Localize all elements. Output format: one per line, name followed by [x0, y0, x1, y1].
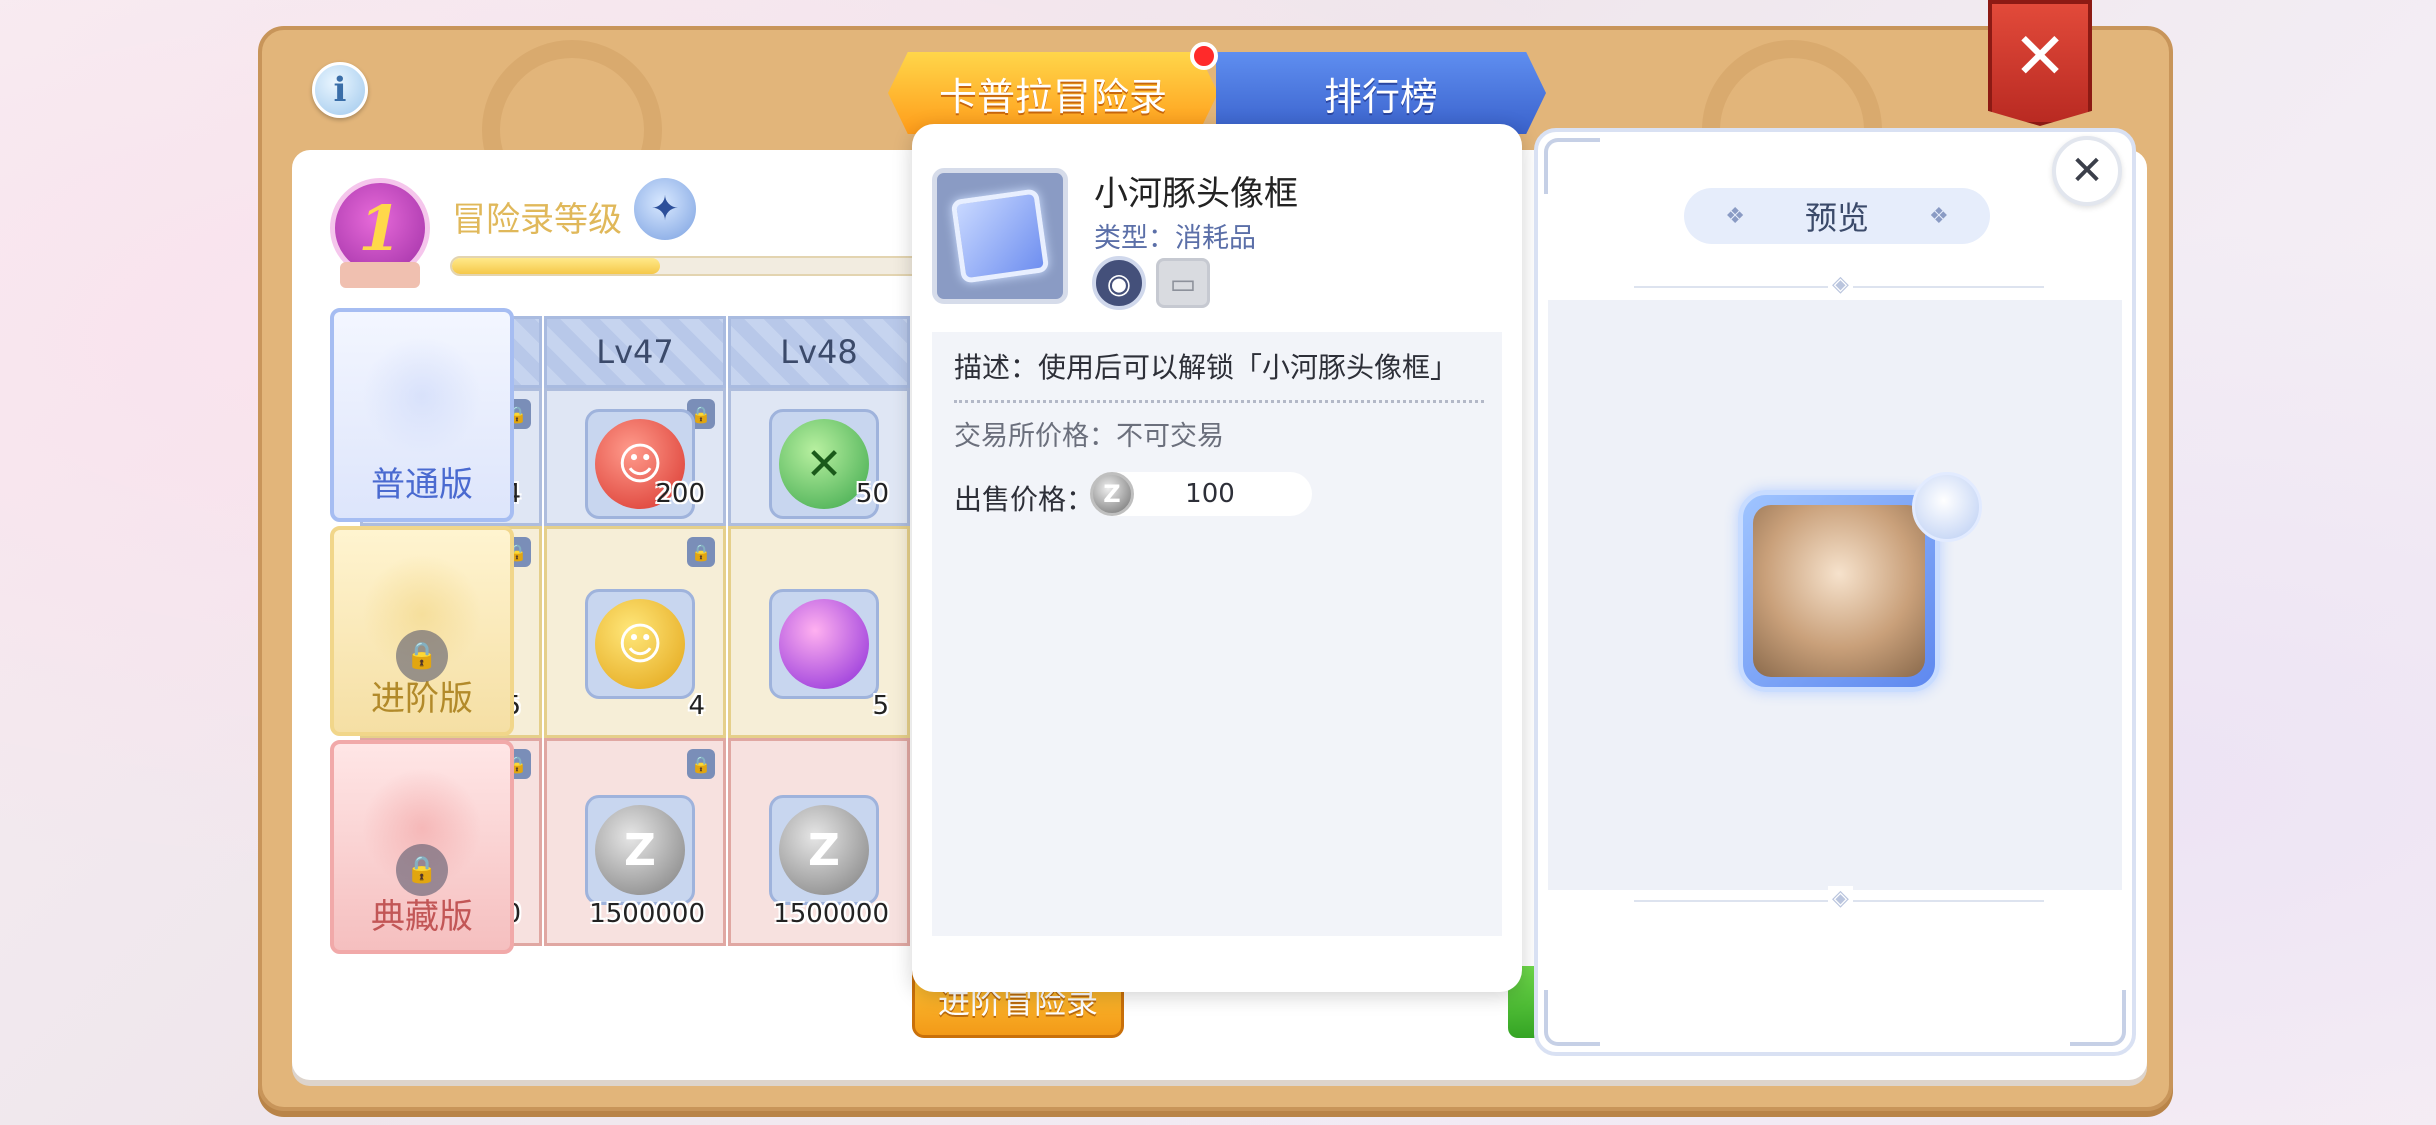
close-preview-button[interactable]: ✕ — [2052, 136, 2122, 206]
item-detail-popup: 小河豚头像框 类型：消耗品 ◉ ▭ 描述：使用后可以解锁「小河豚头像框」 交易所… — [912, 124, 1522, 992]
notification-dot — [1190, 42, 1218, 70]
version-normal-card[interactable]: 普通版 — [330, 308, 514, 522]
tab-ranking[interactable]: 排行榜 — [1216, 52, 1546, 134]
version-collector-card[interactable]: 🔒 典藏版 — [330, 740, 514, 954]
exchange-price: 交易所价格：不可交易 — [954, 421, 1224, 452]
preview-button[interactable]: ◉ — [1092, 256, 1146, 310]
eye-icon: ◉ — [1106, 266, 1132, 300]
item-description: 描述：使用后可以解锁「小河豚头像框」 — [954, 351, 1459, 384]
reward-cell[interactable]: 5 — [728, 526, 910, 738]
preview-panel: ❖ 预览 ❖ ◈ ◈ — [1534, 128, 2136, 1056]
level-progress-bar — [450, 256, 950, 276]
column-header: Lv48 — [728, 316, 910, 388]
tray-button[interactable]: ▭ — [1156, 258, 1210, 308]
level-progress-fill — [452, 258, 661, 274]
info-icon: i — [333, 70, 347, 110]
column-header: Lv47 — [544, 316, 726, 388]
item-name: 小河豚头像框 — [1094, 174, 1298, 214]
sell-price-label: 出售价格： — [954, 483, 1095, 516]
item-type: 类型：消耗品 — [1094, 223, 1256, 254]
reward-column: Lv48 ✕ 50 5 Z 1500000 — [728, 316, 910, 946]
lock-icon: 🔒 — [396, 844, 448, 896]
divider — [954, 400, 1484, 403]
lock-icon: 🔒 — [687, 537, 715, 567]
wing-icon: ✦ — [650, 189, 680, 229]
version-collector-label: 典藏版 — [371, 897, 473, 937]
reward-cell[interactable]: 🔒 ☺ 200 — [544, 388, 726, 526]
level-badge-ribbon — [340, 262, 420, 288]
preview-title-text: 预览 — [1804, 199, 1869, 237]
pufferfish-icon — [1912, 472, 1982, 542]
avatar — [1753, 505, 1925, 677]
tab-adventure-book[interactable]: 卡普拉冒险录 — [888, 52, 1218, 134]
item-icon — [779, 599, 869, 689]
reward-cell[interactable]: ✕ 50 — [728, 388, 910, 526]
reward-item[interactable]: Z — [769, 795, 879, 905]
reward-item[interactable]: ☺ — [585, 589, 695, 699]
normal-emblem-icon — [362, 336, 482, 456]
corner-ornament — [2070, 990, 2126, 1046]
version-advanced-card[interactable]: 🔒 进阶版 — [330, 526, 514, 736]
avatar-frame-icon — [950, 188, 1050, 284]
close-window-button[interactable]: ✕ — [1988, 0, 2092, 126]
corner-ornament — [1544, 990, 1600, 1046]
sell-price-value: 100 — [1185, 479, 1235, 509]
reward-item[interactable]: Z — [585, 795, 695, 905]
preview-title: ❖ 预览 ❖ — [1684, 188, 1990, 244]
lock-icon: 🔒 — [687, 749, 715, 779]
z-coin-icon: Z — [779, 805, 869, 895]
reward-cell[interactable]: 🔒 Z 1500000 — [544, 738, 726, 946]
reward-cell[interactable]: 🔒 ☺ 4 — [544, 526, 726, 738]
corner-ornament — [1544, 138, 1600, 194]
reward-column: Lv47 🔒 ☺ 200 🔒 ☺ 4 🔒 Z 1500000 — [544, 316, 726, 946]
item-thumbnail — [932, 168, 1068, 304]
level-value: 1 — [358, 191, 402, 265]
diamond-icon: ◈ — [1828, 886, 1853, 911]
z-coin-icon: Z — [595, 805, 685, 895]
sell-price-box: Z 100 — [1090, 472, 1312, 516]
diamond-icon: ❖ — [1929, 203, 1949, 229]
level-info-button[interactable]: ✦ — [630, 174, 700, 244]
reward-cell[interactable]: Z 1500000 — [728, 738, 910, 946]
level-label: 冒险录等级 — [452, 200, 622, 240]
item-quantity: 4 — [688, 691, 705, 721]
item-quantity: 1500000 — [773, 899, 889, 929]
z-coin-icon: Z — [1090, 472, 1134, 516]
item-icon: ☺ — [595, 599, 685, 689]
close-icon: ✕ — [2070, 148, 2104, 194]
avatar-frame-preview — [1738, 490, 1940, 692]
preview-stage — [1548, 300, 2122, 890]
diamond-icon: ◈ — [1828, 272, 1853, 297]
lock-icon: 🔒 — [396, 630, 448, 682]
tray-icon: ▭ — [1169, 266, 1197, 300]
reward-item[interactable] — [769, 589, 879, 699]
close-icon: ✕ — [2013, 20, 2067, 94]
item-quantity: 200 — [655, 479, 705, 509]
diamond-icon: ❖ — [1725, 203, 1745, 229]
info-button[interactable]: i — [312, 62, 368, 118]
version-normal-label: 普通版 — [371, 465, 473, 505]
item-quantity: 1500000 — [589, 899, 705, 929]
item-quantity: 5 — [872, 691, 889, 721]
item-detail-body: 描述：使用后可以解锁「小河豚头像框」 交易所价格：不可交易 出售价格： Z 10… — [932, 332, 1502, 936]
item-quantity: 50 — [855, 479, 889, 509]
